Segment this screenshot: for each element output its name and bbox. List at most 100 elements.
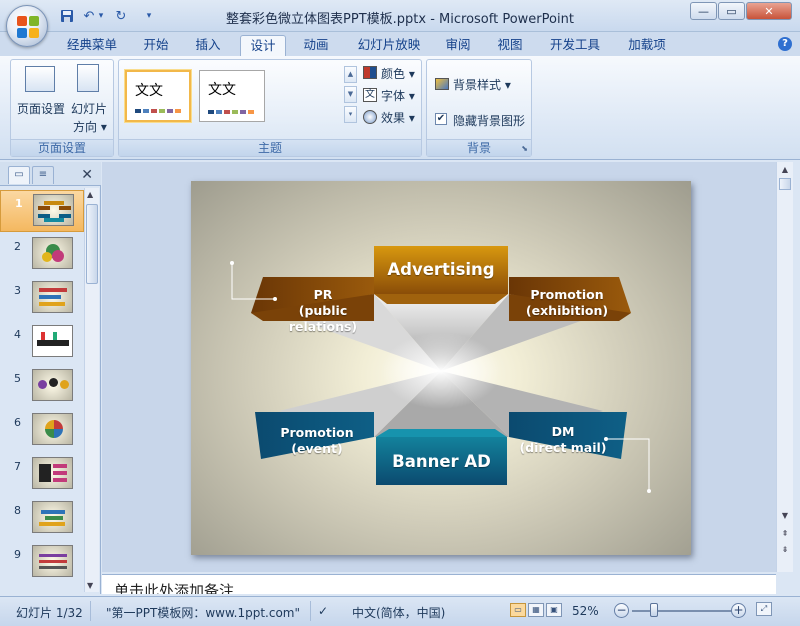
theme-scroll-up-button[interactable]: ▲ [344,66,357,83]
scroll-down-icon[interactable]: ▼ [87,581,93,590]
label-banner-ad: Banner AD [392,452,491,471]
slide-thumbnail-row[interactable]: 9 [0,542,84,584]
slideshow-view-button[interactable]: ▣ [546,603,562,617]
hide-background-label: 隐藏背景图形 [453,114,526,128]
fit-to-window-button[interactable]: ⤢ [756,602,772,616]
slide-thumbnail-row[interactable]: 1 [0,190,84,232]
zoom-out-button[interactable]: − [614,603,629,618]
slide-thumbnail [32,325,73,357]
page-setup-icon [25,66,55,92]
fonts-icon: 文 [363,88,377,102]
group-background: 背景样式 ▾ ✔ 隐藏背景图形 背景 ⬊ [426,59,532,157]
effects-icon [363,110,377,124]
office-button[interactable] [6,5,48,47]
label-promotion-exhibition: Promotion (exhibition) [507,287,627,319]
label-pr-line2: (public relations) [288,303,358,334]
scroll-down-icon[interactable]: ▼ [779,510,791,522]
theme-thumbnail-current[interactable]: 文文 [125,70,191,122]
normal-view-button[interactable]: ▭ [510,603,526,617]
scrollbar-thumb[interactable] [779,178,791,190]
label-pr-line1: PR [313,287,333,302]
slide-orientation-button[interactable]: 幻灯片 [71,100,107,117]
language[interactable]: 中文(简体，中国) [352,604,445,621]
theme-thumbnail-text: 文文 [208,82,236,98]
help-icon[interactable]: ? [778,37,792,51]
tab-home[interactable]: 开始 [134,35,178,57]
label-promotion-event-line2: (event) [291,441,343,456]
tab-slideshow[interactable]: 幻灯片放映 [350,35,428,57]
ribbon: 页面设置 幻灯片 方向 ▾ 页面设置 文文 文文 ▲ ▼ ▾ 颜色 ▾ 文 字体… [0,56,800,160]
scroll-up-icon[interactable]: ▲ [779,164,791,176]
slide-number: 6 [14,416,21,429]
close-button[interactable]: ✕ [746,2,792,20]
slide-thumbnail [32,369,73,401]
zoom-in-button[interactable]: + [731,603,746,618]
slide-thumbnail-row[interactable]: 2 [0,234,84,276]
zoom-slider-track[interactable] [632,610,732,612]
theme-fonts-button[interactable]: 字体 ▾ [381,87,415,104]
background-styles-button[interactable]: 背景样式 ▾ [453,76,511,93]
slide-canvas[interactable]: Advertising PR (public relations) Promot… [191,181,691,555]
tab-outline[interactable]: ≡ [32,166,54,184]
theme-colors-button[interactable]: 颜色 ▾ [381,65,415,82]
title-bar: ↶ ▾ ↻ ▾ 整套彩色微立体图表PPT模板.pptx - Microsoft … [0,0,800,47]
dialog-launcher-icon[interactable]: ⬊ [521,144,528,153]
tab-classic-menu[interactable]: 经典菜单 [58,35,126,57]
group-page-setup: 页面设置 幻灯片 方向 ▾ 页面设置 [10,59,114,157]
spellcheck-icon[interactable]: ✓ [318,604,328,618]
tab-developer[interactable]: 开发工具 [542,35,608,57]
colors-icon [363,66,377,79]
slide-thumbnail [32,237,73,269]
tab-addins[interactable]: 加载项 [618,35,676,57]
slide-thumbnail [32,457,73,489]
tab-animation[interactable]: 动画 [294,35,338,57]
slide-thumbnail-row[interactable]: 6 [0,410,84,452]
maximize-button[interactable]: ▭ [718,2,745,20]
slide-sorter-view-button[interactable]: ▦ [528,603,544,617]
slide-number: 9 [14,548,21,561]
slide-thumbnail-row[interactable]: 3 [0,278,84,320]
next-slide-icon[interactable]: ⇟ [779,544,791,556]
previous-slide-icon[interactable]: ⇞ [779,528,791,540]
slide-count: 幻灯片 1/32 [16,606,83,620]
slide-number: 3 [14,284,21,297]
slide-vertical-scrollbar[interactable]: ▲ ▼ ⇞ ⇟ [776,162,793,572]
slide-thumbnail-row[interactable]: 5 [0,366,84,408]
theme-scroll-down-button[interactable]: ▼ [344,86,357,103]
theme-more-button[interactable]: ▾ [344,106,357,123]
slide-thumbnail-row[interactable]: 8 [0,498,84,540]
notes-pane[interactable]: 单击此处添加备注 [102,574,776,594]
slide-thumbnail [32,413,73,445]
theme-name: "第一PPT模板网：www.1ppt.com" [106,606,301,620]
slides-pane-scrollbar[interactable]: ▲ ▼ [84,188,99,592]
slide-thumbnail-row[interactable]: 7 [0,454,84,496]
status-divider [310,601,311,621]
theme-thumbnail-office[interactable]: 文文 [199,70,265,122]
minimize-button[interactable]: — [690,2,717,20]
label-dm: DM (direct mail) [503,424,623,456]
zoom-level[interactable]: 52% [572,604,599,618]
slide-number: 4 [14,328,21,341]
tab-view[interactable]: 视图 [488,35,532,57]
tab-design[interactable]: 设计 [240,35,286,57]
group-label-page-setup: 页面设置 [11,139,113,156]
page-setup-button[interactable]: 页面设置 [17,100,65,117]
tab-insert[interactable]: 插入 [186,35,230,57]
theme-color-bars [208,110,254,114]
slide-number: 2 [14,240,21,253]
office-logo-icon [17,16,39,38]
scroll-up-icon[interactable]: ▲ [87,190,93,199]
tab-review[interactable]: 审阅 [436,35,480,57]
slide-thumbnail [33,194,74,226]
scrollbar-thumb[interactable] [86,204,98,284]
hide-background-checkbox[interactable]: ✔ [435,113,447,125]
theme-effects-button[interactable]: 效果 ▾ [381,109,415,126]
slide-number: 1 [15,197,23,210]
group-label-background: 背景 [427,139,531,156]
zoom-slider-thumb[interactable] [650,603,658,617]
status-divider [90,601,91,621]
tab-slides[interactable]: ▭ [8,166,30,184]
theme-thumbnail-text: 文文 [135,83,163,99]
close-pane-icon[interactable]: ✕ [81,167,93,183]
slide-thumbnail-row[interactable]: 4 [0,322,84,364]
